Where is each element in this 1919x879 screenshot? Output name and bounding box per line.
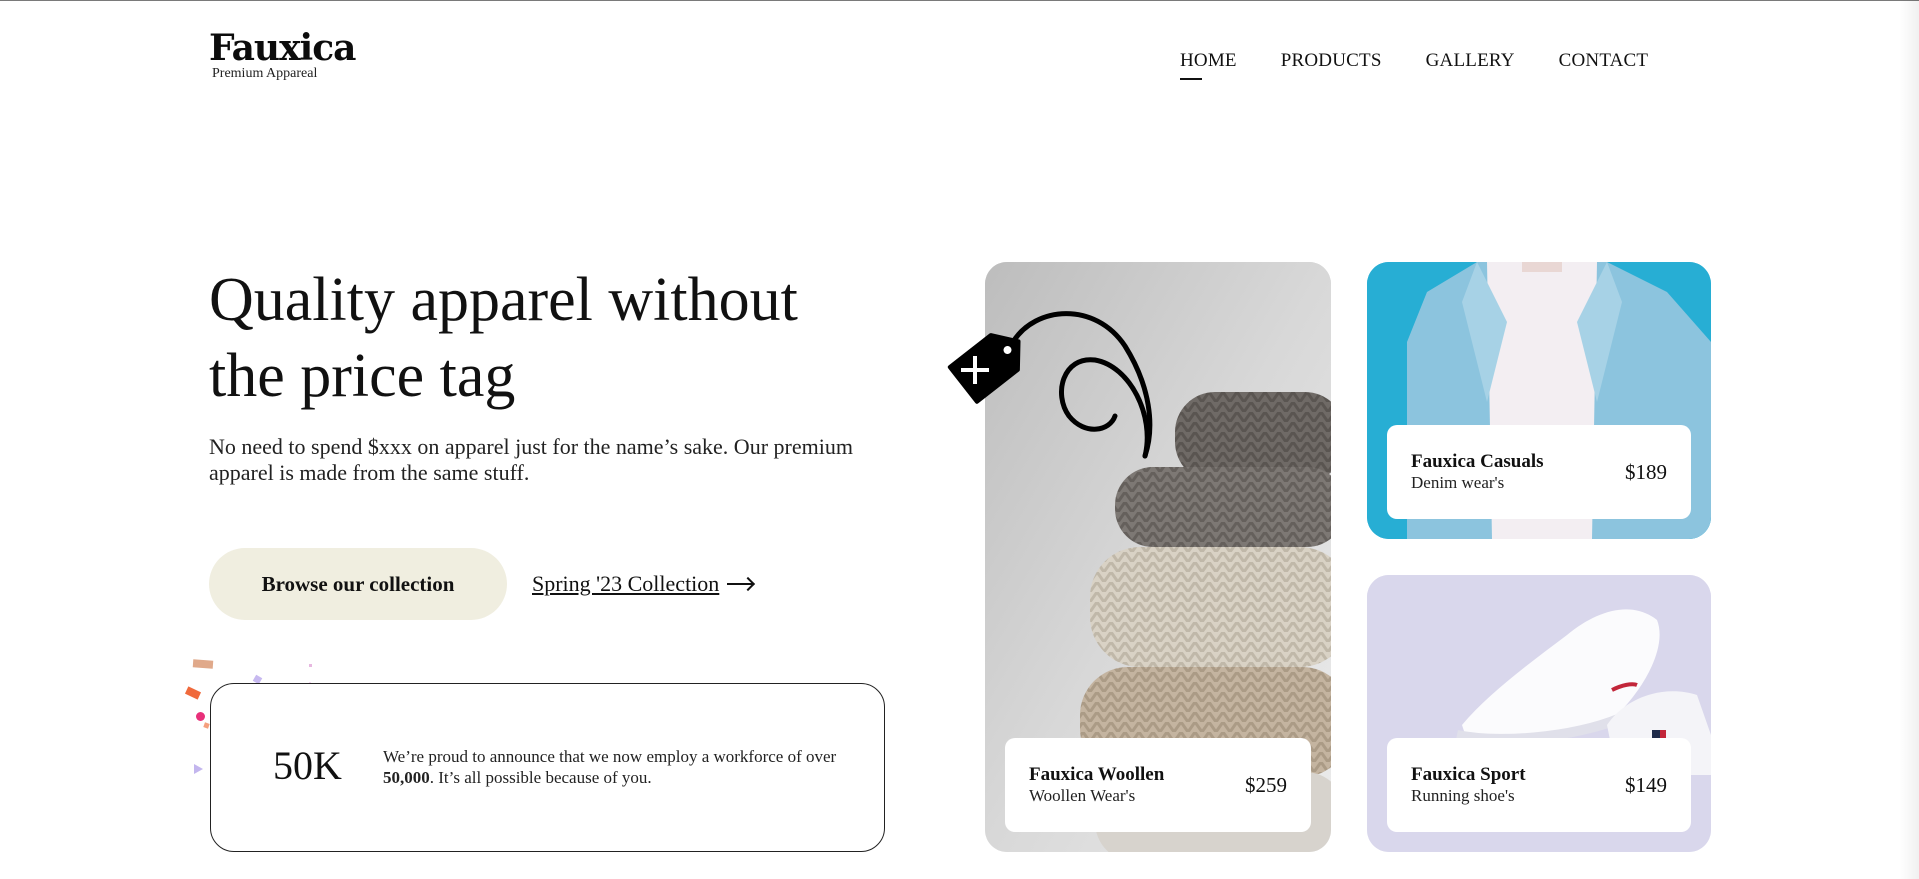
product-category: Running shoe's (1411, 786, 1515, 805)
workforce-stat-card: 50K We’re proud to announce that we now … (210, 683, 885, 852)
stat-description: We’re proud to announce that we now empl… (383, 746, 853, 788)
price-tag-icon (947, 311, 1153, 459)
product-category: Denim wear's (1411, 473, 1505, 492)
product-category: Woollen Wear's (1029, 786, 1136, 805)
stat-number: 50K (273, 743, 342, 788)
product-card-sport[interactable]: Fauxica Sport Running shoe's $149 (1367, 575, 1711, 852)
product-price: $189 (1625, 459, 1667, 484)
stat-text-bold: 50,000 (383, 768, 430, 787)
spring-collection-link[interactable]: Spring '23 Collection (532, 571, 754, 597)
spring-collection-label: Spring '23 Collection (532, 571, 720, 596)
arrow-right-icon (727, 583, 754, 585)
hero-title: Quality apparel without the price tag (209, 266, 798, 410)
nav-products[interactable]: PRODUCTS (1281, 50, 1382, 72)
product-name: Fauxica Woollen (1029, 764, 1165, 785)
product-info-casuals: Fauxica Casuals Denim wear's $189 (1387, 425, 1691, 519)
brand-logo[interactable]: Fauxica Premium Appareal (209, 26, 356, 82)
top-border (0, 0, 1919, 1)
nav-gallery[interactable]: GALLERY (1426, 50, 1515, 72)
scroll-edge (1899, 0, 1919, 879)
browse-collection-button[interactable]: Browse our collection (209, 548, 507, 620)
product-price: $149 (1625, 772, 1667, 797)
product-name: Fauxica Sport (1411, 764, 1526, 785)
nav-contact[interactable]: CONTACT (1559, 50, 1649, 72)
stat-text-start: We’re proud to announce that we now empl… (383, 747, 837, 766)
main-nav: HOME PRODUCTS GALLERY CONTACT (1180, 50, 1692, 80)
product-info-woollen: Fauxica Woollen Woollen Wear's $259 (1005, 738, 1311, 832)
product-name: Fauxica Casuals (1411, 451, 1544, 472)
hero-subtitle: No need to spend $xxx on apparel just fo… (209, 434, 853, 485)
stat-text-end: . It’s all possible because of you. (429, 768, 652, 787)
product-info-sport: Fauxica Sport Running shoe's $149 (1387, 738, 1691, 832)
product-card-casuals[interactable]: Fauxica Casuals Denim wear's $189 (1367, 262, 1711, 539)
brand-name: Fauxica (209, 27, 356, 69)
nav-home[interactable]: HOME (1180, 50, 1237, 80)
product-price: $259 (1245, 772, 1287, 797)
